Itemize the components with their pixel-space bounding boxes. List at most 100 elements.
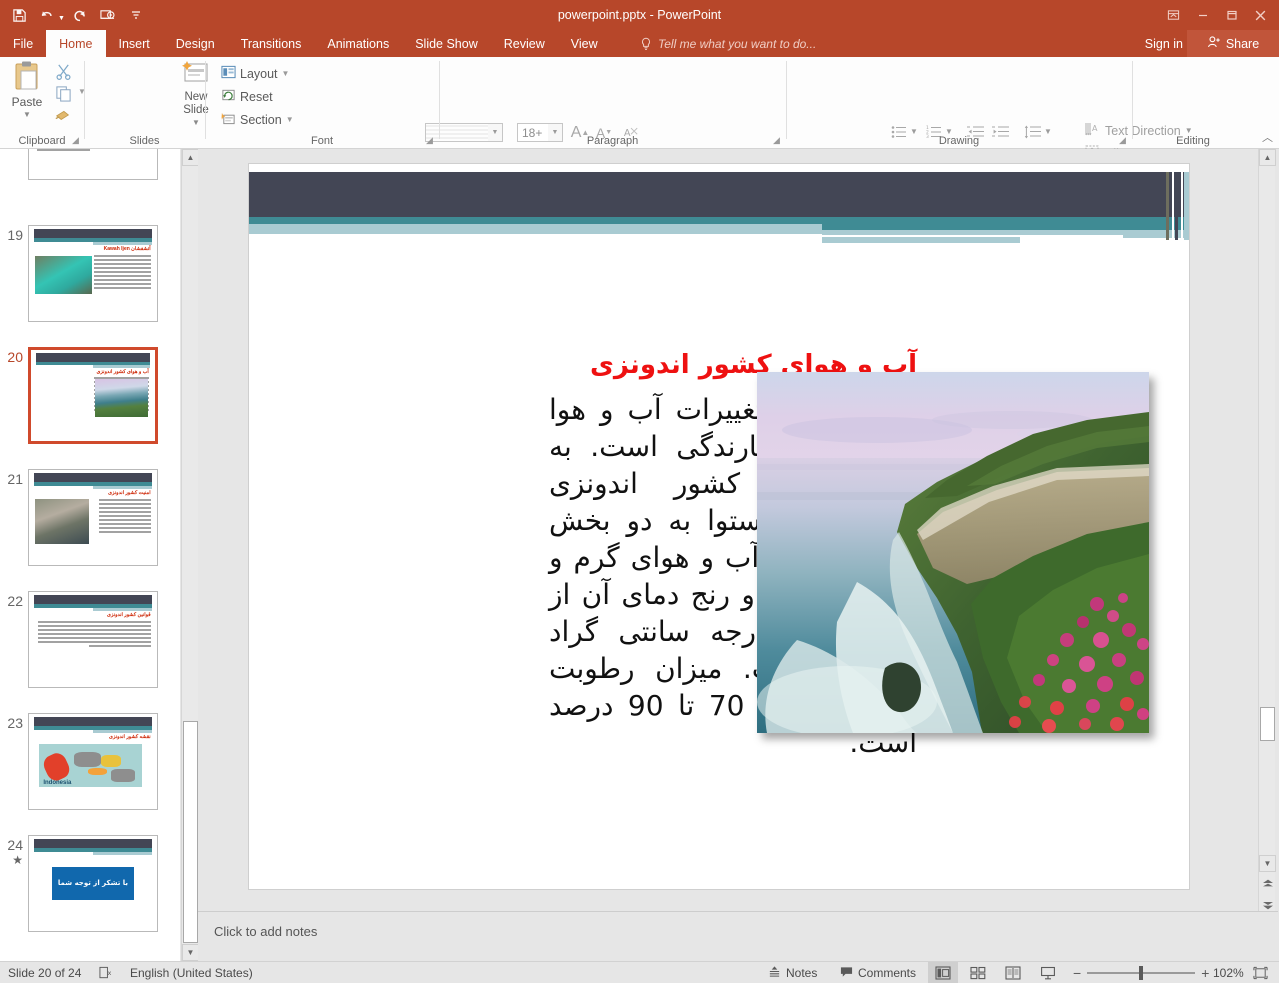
spell-check-icon[interactable]: x <box>99 962 114 983</box>
tab-design[interactable]: Design <box>163 30 228 57</box>
slide-edit-area[interactable]: آب و هوای کشور اندونزی عامل اصلی تغییرات… <box>198 149 1258 911</box>
comments-button[interactable]: Comments <box>840 962 916 983</box>
slide-counter: Slide 20 of 24 <box>8 966 82 980</box>
zoom-slider-track[interactable] <box>1087 966 1196 980</box>
comment-icon <box>840 966 853 981</box>
thumbnail-item[interactable]: 24 ★ با تشکر از توجه شما <box>0 835 180 932</box>
thumb-band-dark <box>34 716 152 727</box>
fit-slide-icon[interactable] <box>1253 962 1268 983</box>
thumbnail-slide[interactable] <box>28 149 158 180</box>
minimize-icon[interactable] <box>1188 1 1217 29</box>
paragraph-dialog-launcher[interactable]: ◢ <box>773 136 782 145</box>
thumb-text-lines <box>94 254 151 291</box>
thumbnail-slide[interactable]: نقشه کشور اندونزی Indonesia <box>28 713 158 810</box>
thumbnail-number: 22 <box>7 593 23 609</box>
thumbnail-slide[interactable]: قوانین کشور اندونزی <box>28 591 158 688</box>
sign-in-button[interactable]: Sign in <box>1145 30 1183 57</box>
thumb-image <box>95 379 148 418</box>
thumbnail-pane-scrollbar[interactable]: ▲ ▼ <box>181 149 199 961</box>
ribbon-display-options-icon[interactable] <box>1159 1 1188 29</box>
collapse-ribbon-icon[interactable]: ︿ <box>1262 129 1273 145</box>
cut-icon[interactable] <box>48 61 78 82</box>
tab-review[interactable]: Review <box>491 30 558 57</box>
tab-file[interactable]: File <box>0 30 47 57</box>
slide-band-dark <box>249 172 1189 217</box>
thumbnail-slide[interactable]: آب و هوای کشور اندونزی <box>28 347 158 444</box>
thumbnail-slide[interactable]: آتشفشان Kawah Ijen <box>28 225 158 322</box>
thumbnail-number <box>0 149 28 180</box>
tell-me-search[interactable]: Tell me what you want to do... <box>640 30 816 57</box>
share-person-icon <box>1207 35 1221 52</box>
animation-star-icon[interactable]: ★ <box>0 853 28 867</box>
paste-label: Paste <box>11 95 43 109</box>
share-button[interactable]: Share <box>1187 30 1279 57</box>
thumbnail-scrollbar-thumb[interactable] <box>183 721 198 943</box>
lightbulb-icon <box>640 37 652 51</box>
copy-icon[interactable] <box>48 83 78 104</box>
paste-dropdown-icon[interactable]: ▼ <box>23 110 31 119</box>
thumb-band-light <box>93 242 152 245</box>
tab-transitions[interactable]: Transitions <box>228 30 315 57</box>
thumb-text-lines <box>37 620 151 649</box>
tab-home[interactable]: Home <box>46 30 106 57</box>
slide-show-icon[interactable] <box>1033 962 1063 983</box>
thumbnail-item-selected[interactable]: 20 آب و هوای کشور اندونزی <box>0 347 180 444</box>
tab-view[interactable]: View <box>558 30 611 57</box>
ribbon-group-font: ▼ 18+ ▼ A▲ A▼ A B I U S abc AV ↔ ▼ Aa ▼ … <box>206 57 642 175</box>
close-icon[interactable] <box>1246 1 1275 29</box>
zoom-in-button[interactable]: + <box>1201 965 1209 981</box>
ribbon-group-editing: Find abac Replace ▼ Select ▼ Editing <box>1133 57 1253 149</box>
slide-sorter-icon[interactable] <box>963 962 993 983</box>
thumbnail-number: 20 <box>7 349 23 365</box>
ribbon-group-paragraph: ▼ 123 ▼ ▼ A Text Direction ▼ Paragraph ◢ <box>440 57 1227 184</box>
current-slide[interactable]: آب و هوای کشور اندونزی عامل اصلی تغییرات… <box>248 163 1190 890</box>
new-slide-dropdown-icon[interactable]: ▼ <box>192 118 200 127</box>
thumb-band-dark <box>35 352 151 362</box>
notes-placeholder[interactable]: Click to add notes <box>214 924 317 939</box>
slide-band-light-1 <box>249 224 823 234</box>
thumbnail-item[interactable] <box>0 149 180 180</box>
thumbnail-number: 21 <box>7 471 23 487</box>
slide-scroll-up-arrow[interactable]: ▲ <box>1259 149 1276 166</box>
window-controls <box>1159 0 1275 30</box>
tab-slide-show[interactable]: Slide Show <box>402 30 491 57</box>
clipboard-dialog-launcher[interactable]: ◢ <box>72 136 81 145</box>
paste-button[interactable]: Paste ▼ <box>6 60 48 126</box>
language-indicator[interactable]: English (United States) <box>130 962 253 983</box>
notes-pane[interactable]: Click to add notes <box>198 911 1278 961</box>
zoom-control[interactable]: − + <box>1073 962 1209 983</box>
format-painter-icon[interactable] <box>48 104 78 125</box>
slide-scrollbar[interactable]: ▲ ▼ <box>1258 149 1276 961</box>
font-dialog-launcher[interactable]: ◢ <box>426 136 435 145</box>
group-label-paragraph: Paragraph <box>586 135 639 147</box>
thumbnail-slide[interactable]: امنیت کشور اندونزی <box>28 469 158 566</box>
notes-button[interactable]: Notes <box>768 962 817 983</box>
zoom-out-button[interactable]: − <box>1073 965 1081 981</box>
tab-animations[interactable]: Animations <box>314 30 402 57</box>
drawing-dialog-launcher[interactable]: ◢ <box>1119 136 1128 145</box>
group-label-drawing: Drawing <box>938 135 980 147</box>
thumbnail-item[interactable]: 23 نقشه کشور اندونزی Indonesia <box>0 713 180 810</box>
normal-view-icon[interactable] <box>928 962 958 983</box>
thumbnail-scroll-down-arrow[interactable]: ▼ <box>182 944 199 961</box>
slide-band-light-3 <box>822 237 1020 243</box>
slide-thumbnail-pane[interactable]: 19 آتشفشان Kawah Ijen 20 آب و هوای کشور … <box>0 149 180 961</box>
thumb-band-dark <box>34 472 152 483</box>
slide-photo[interactable] <box>757 372 1149 733</box>
thumbnail-scroll-up-arrow[interactable]: ▲ <box>182 149 199 166</box>
restore-icon[interactable] <box>1217 1 1246 29</box>
previous-slide-button[interactable] <box>1259 875 1276 892</box>
thumbnail-item[interactable]: 22 قوانین کشور اندونزی <box>0 591 180 688</box>
thumbnail-item[interactable]: 21 امنیت کشور اندونزی <box>0 469 180 566</box>
group-label-slides: Slides <box>129 135 160 147</box>
share-label: Share <box>1225 36 1260 51</box>
reading-view-icon[interactable] <box>998 962 1028 983</box>
slide-scroll-down-arrow[interactable]: ▼ <box>1259 855 1276 872</box>
zoom-slider-knob[interactable] <box>1139 966 1144 980</box>
thumb-title: قوانین کشور اندونزی <box>107 611 151 618</box>
slide-scrollbar-thumb[interactable] <box>1260 707 1275 741</box>
zoom-level[interactable]: 102% <box>1213 962 1244 983</box>
thumbnail-slide[interactable]: با تشکر از توجه شما <box>28 835 158 932</box>
thumbnail-item[interactable]: 19 آتشفشان Kawah Ijen <box>0 225 180 322</box>
tab-insert[interactable]: Insert <box>106 30 163 57</box>
